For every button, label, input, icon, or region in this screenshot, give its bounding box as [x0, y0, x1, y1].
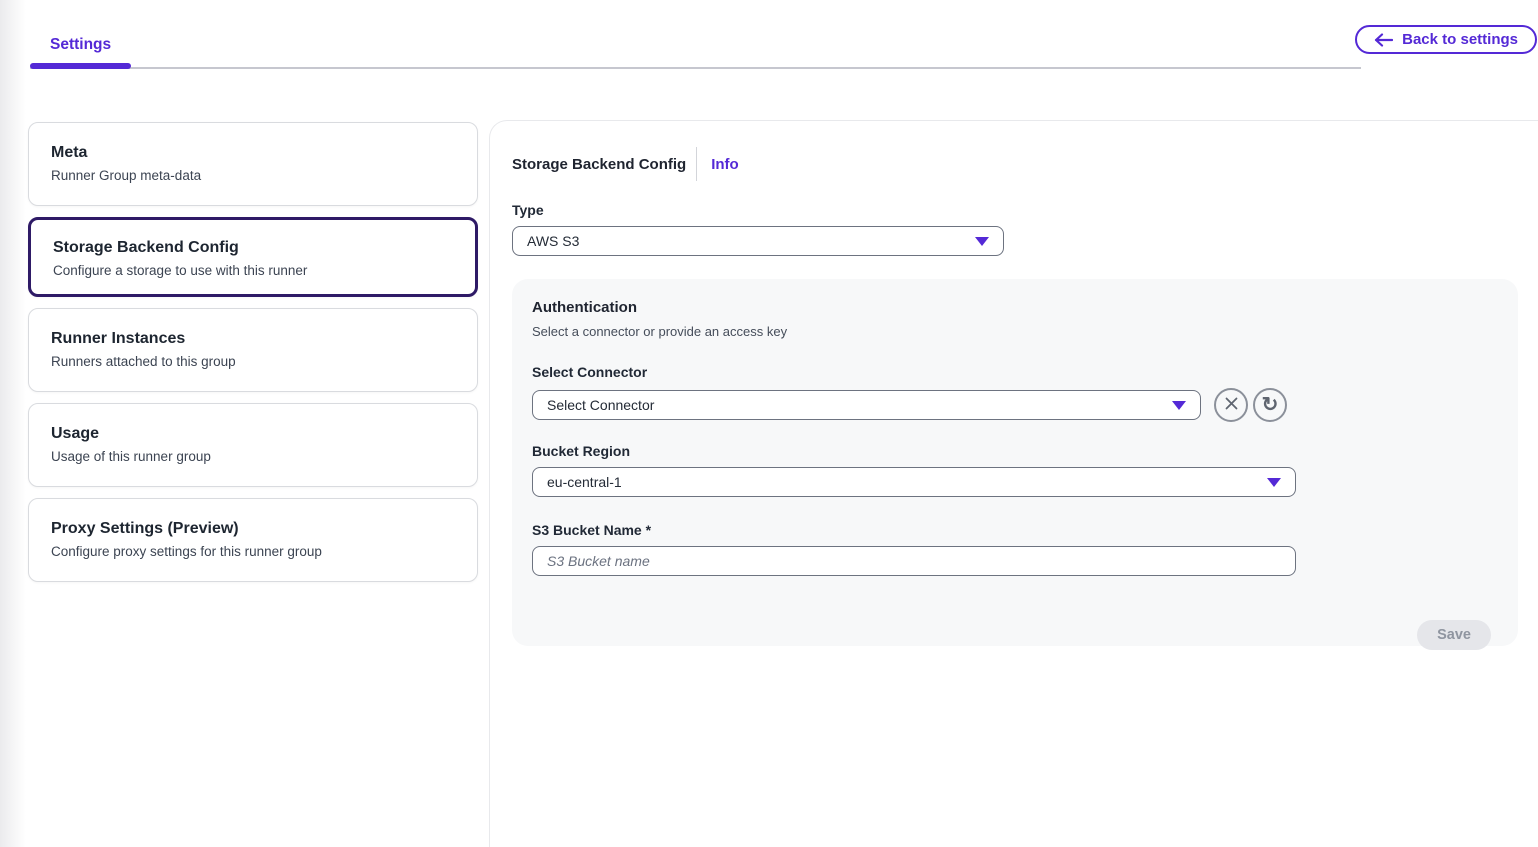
- arrow-left-icon: [1374, 33, 1393, 47]
- authentication-subtitle: Select a connector or provide an access …: [532, 324, 1491, 339]
- type-select[interactable]: AWS S3: [512, 226, 1004, 256]
- sidebar-item-title: Proxy Settings (Preview): [51, 520, 455, 538]
- select-connector-label: Select Connector: [532, 364, 1491, 380]
- close-icon: [1224, 396, 1239, 414]
- connector-select-value: Select Connector: [547, 397, 654, 413]
- authentication-card: Authentication Select a connector or pro…: [512, 279, 1518, 646]
- refresh-icon: ↻: [1262, 395, 1279, 415]
- bucket-region-select[interactable]: eu-central-1: [532, 467, 1296, 497]
- connector-row: Select Connector ↻: [532, 380, 1491, 422]
- sidebar-item-title: Storage Backend Config: [53, 239, 453, 257]
- save-row: Save: [532, 620, 1491, 650]
- sidebar-item-meta[interactable]: Meta Runner Group meta-data: [28, 122, 478, 206]
- type-label: Type: [512, 202, 1538, 218]
- storage-backend-config-panel: Storage Backend Config Info Type AWS S3 …: [489, 120, 1538, 847]
- s3-bucket-name-input[interactable]: [532, 546, 1296, 576]
- panel-title: Storage Backend Config: [512, 156, 686, 173]
- sidebar-item-title: Runner Instances: [51, 330, 455, 348]
- sidebar-item-proxy-settings[interactable]: Proxy Settings (Preview) Configure proxy…: [28, 498, 478, 582]
- connector-select[interactable]: Select Connector: [532, 390, 1201, 420]
- type-select-value: AWS S3: [527, 233, 579, 249]
- tab-settings[interactable]: Settings: [30, 36, 131, 54]
- sidebar-item-title: Usage: [51, 425, 455, 443]
- header-vertical-divider: [696, 147, 697, 181]
- left-scroll-fade: [0, 0, 26, 847]
- bucket-region-select-value: eu-central-1: [547, 474, 622, 490]
- sidebar-item-subtitle: Runner Group meta-data: [51, 168, 455, 183]
- sidebar-item-usage[interactable]: Usage Usage of this runner group: [28, 403, 478, 487]
- chevron-down-icon: [1267, 478, 1281, 487]
- sidebar-item-subtitle: Configure a storage to use with this run…: [53, 263, 453, 278]
- sidebar-item-subtitle: Usage of this runner group: [51, 449, 455, 464]
- s3-bucket-name-label: S3 Bucket Name *: [532, 522, 1491, 538]
- settings-section-list: Meta Runner Group meta-data Storage Back…: [28, 122, 478, 582]
- authentication-title: Authentication: [532, 299, 1491, 316]
- sidebar-item-subtitle: Configure proxy settings for this runner…: [51, 544, 455, 559]
- clear-connector-button[interactable]: [1214, 388, 1248, 422]
- tab-bar: Settings: [30, 0, 1361, 70]
- info-link[interactable]: Info: [706, 156, 744, 173]
- sidebar-item-title: Meta: [51, 144, 455, 162]
- tab-active-underline: [30, 63, 131, 69]
- sidebar-item-runner-instances[interactable]: Runner Instances Runners attached to thi…: [28, 308, 478, 392]
- back-to-settings-label: Back to settings: [1402, 31, 1518, 48]
- bucket-region-label: Bucket Region: [532, 443, 1491, 459]
- sidebar-item-storage-backend-config[interactable]: Storage Backend Config Configure a stora…: [28, 217, 478, 297]
- back-to-settings-button[interactable]: Back to settings: [1355, 25, 1537, 54]
- reload-connectors-button[interactable]: ↻: [1253, 388, 1287, 422]
- save-button[interactable]: Save: [1417, 620, 1491, 650]
- tab-divider: [30, 67, 1361, 69]
- chevron-down-icon: [1172, 401, 1186, 410]
- chevron-down-icon: [975, 237, 989, 246]
- sidebar-item-subtitle: Runners attached to this group: [51, 354, 455, 369]
- panel-header: Storage Backend Config Info: [512, 147, 1538, 181]
